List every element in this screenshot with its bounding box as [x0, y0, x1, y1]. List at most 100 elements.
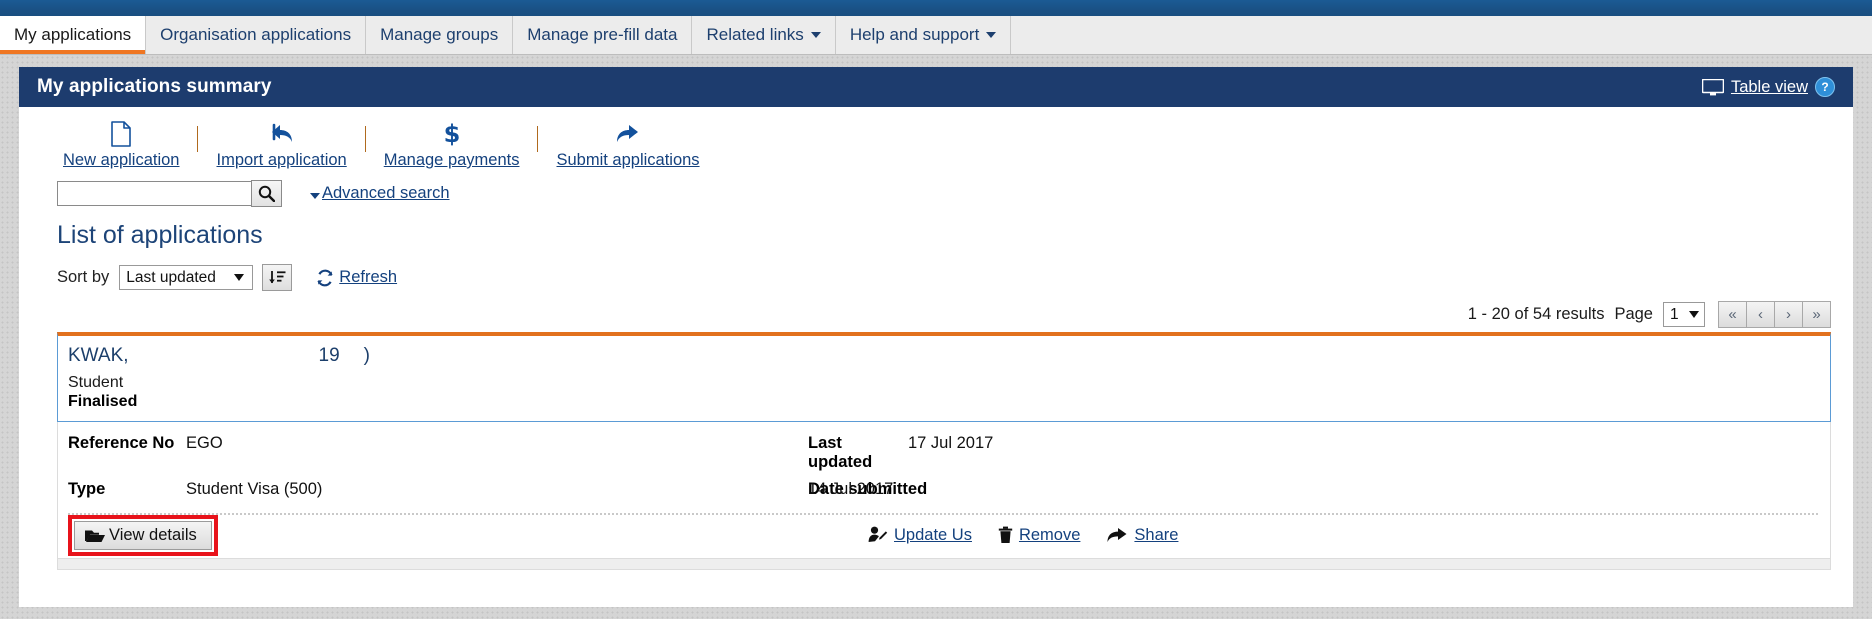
tab-manage-pre-fill-data[interactable]: Manage pre-fill data	[513, 16, 693, 54]
page-title: My applications summary	[37, 76, 272, 97]
page-nav-group: « ‹ › »	[1718, 301, 1831, 328]
toolbar-divider	[197, 126, 199, 152]
quick-actions-toolbar: New application Import application $ Man…	[19, 107, 1853, 170]
page-select[interactable]: 1	[1663, 302, 1705, 327]
toolbar-divider	[537, 126, 539, 152]
first-page-button[interactable]: «	[1718, 301, 1747, 328]
last-updated-label: Last updated	[808, 434, 873, 471]
reference-no-label: Reference No	[68, 434, 175, 452]
update-us-link[interactable]: Update Us	[868, 526, 972, 545]
import-application-label: Import application	[216, 151, 347, 169]
view-details-highlight: View details	[68, 514, 218, 556]
main-nav-tabs: My applications Organisation application…	[0, 16, 1872, 55]
share-label: Share	[1134, 525, 1179, 544]
tab-label: Organisation applications	[160, 25, 352, 44]
sort-row: Sort by Last updated Refresh	[19, 250, 1853, 291]
applicant-name-row: KWAK, 19 )	[68, 345, 1830, 367]
new-application-action[interactable]: New application	[47, 119, 195, 170]
share-link[interactable]: Share	[1106, 526, 1178, 545]
refresh-control[interactable]: Refresh	[316, 268, 397, 287]
chevron-down-icon	[310, 192, 320, 199]
manage-payments-label: Manage payments	[383, 151, 520, 169]
toolbar-divider	[364, 126, 366, 152]
detail-row: Type Student Visa (500) Date submitted 1…	[58, 476, 1830, 503]
page-backdrop: My applications summary Table view ? New…	[0, 55, 1872, 619]
next-page-button[interactable]: ›	[1774, 301, 1803, 328]
manage-payments-action[interactable]: $ Manage payments	[368, 119, 536, 170]
applicant-number: 19	[318, 345, 340, 366]
tab-related-links[interactable]: Related links	[692, 16, 836, 54]
detail-cell: Last updated 17 Jul 2017	[808, 434, 993, 472]
tab-label: Manage groups	[380, 25, 499, 44]
search-button[interactable]	[251, 180, 282, 207]
import-application-action[interactable]: Import application	[200, 119, 362, 170]
sort-descending-icon	[268, 269, 286, 287]
applicant-paren: )	[363, 345, 370, 366]
card-header[interactable]: KWAK, 19 ) Student Finalised	[57, 332, 1831, 422]
last-updated-value: 17 Jul 2017	[908, 434, 994, 452]
type-value: Student Visa (500)	[186, 480, 323, 498]
application-category: Student	[68, 374, 124, 391]
prev-page-button[interactable]: ‹	[1746, 301, 1775, 328]
share-arrow-icon	[1106, 526, 1128, 544]
panel-header: My applications summary Table view ?	[19, 67, 1853, 107]
sort-by-value: Last updated	[126, 268, 216, 286]
remove-label: Remove	[1018, 525, 1081, 544]
last-page-button[interactable]: »	[1802, 301, 1831, 328]
submit-applications-action[interactable]: Submit applications	[540, 119, 715, 170]
remove-link[interactable]: Remove	[998, 526, 1080, 545]
user-edit-icon	[868, 526, 888, 544]
advanced-search-label: Advanced search	[322, 184, 450, 202]
submit-applications-label: Submit applications	[556, 151, 700, 169]
top-banner-gradient	[0, 0, 1872, 16]
reply-arrow-icon	[268, 119, 296, 147]
detail-cell: Reference No EGO	[68, 434, 808, 472]
sort-direction-button[interactable]	[262, 264, 293, 291]
reference-no-value: EGO	[186, 434, 223, 452]
pagination-bar: 1 - 20 of 54 results Page 1 « ‹ › »	[19, 291, 1853, 332]
table-view-link[interactable]: Table view	[1731, 78, 1808, 97]
date-submitted-value: 14 Jul 2017	[808, 480, 894, 498]
detail-cell: Date submitted 14 Jul 2017	[808, 480, 928, 498]
advanced-search-toggle[interactable]: Advanced search	[310, 184, 450, 203]
view-details-label: View details	[109, 525, 197, 544]
update-us-label: Update Us	[894, 525, 972, 544]
refresh-icon	[316, 269, 334, 287]
applicant-name: KWAK,	[68, 345, 129, 366]
search-input[interactable]	[57, 181, 252, 206]
svg-text:$: $	[443, 120, 460, 147]
status-badge: Finalised	[68, 393, 138, 410]
tab-organisation-applications[interactable]: Organisation applications	[146, 16, 367, 54]
tab-label: Related links	[706, 25, 804, 44]
tab-label: My applications	[14, 25, 132, 44]
search-row: Advanced search	[19, 170, 1853, 207]
application-result-card: KWAK, 19 ) Student Finalised Reference N…	[57, 332, 1831, 559]
monitor-icon	[1701, 78, 1724, 96]
tab-manage-groups[interactable]: Manage groups	[366, 16, 514, 54]
dollar-icon: $	[442, 119, 462, 147]
view-details-button[interactable]: View details	[74, 520, 212, 550]
detail-row: Reference No EGO Last updated 17 Jul 201…	[58, 430, 1830, 476]
tab-label: Manage pre-fill data	[527, 25, 678, 44]
open-folder-icon	[85, 528, 105, 543]
chevron-down-icon	[1689, 311, 1699, 318]
search-icon	[258, 185, 275, 202]
card-body: Reference No EGO Last updated 17 Jul 201…	[57, 422, 1831, 515]
card-footer: View details Update Us Remove Share	[57, 514, 1831, 559]
chevron-down-icon	[986, 32, 997, 38]
type-label: Type	[68, 480, 106, 498]
applications-panel: My applications summary Table view ? New…	[19, 67, 1853, 607]
tab-help-and-support[interactable]: Help and support	[835, 16, 1012, 54]
tab-label: Help and support	[849, 25, 980, 44]
sort-by-select[interactable]: Last updated	[119, 265, 254, 290]
detail-cell: Type Student Visa (500)	[68, 480, 808, 499]
help-icon[interactable]: ?	[1815, 77, 1835, 97]
table-view-control[interactable]: Table view ?	[1701, 77, 1835, 97]
page-label: Page	[1614, 305, 1653, 323]
tab-my-applications[interactable]: My applications	[0, 16, 147, 54]
refresh-label: Refresh	[339, 268, 398, 286]
list-title: List of applications	[57, 221, 263, 249]
top-banner-strip	[0, 0, 1872, 16]
page-value: 1	[1670, 305, 1679, 323]
results-count: 1 - 20 of 54 results	[1467, 305, 1605, 323]
